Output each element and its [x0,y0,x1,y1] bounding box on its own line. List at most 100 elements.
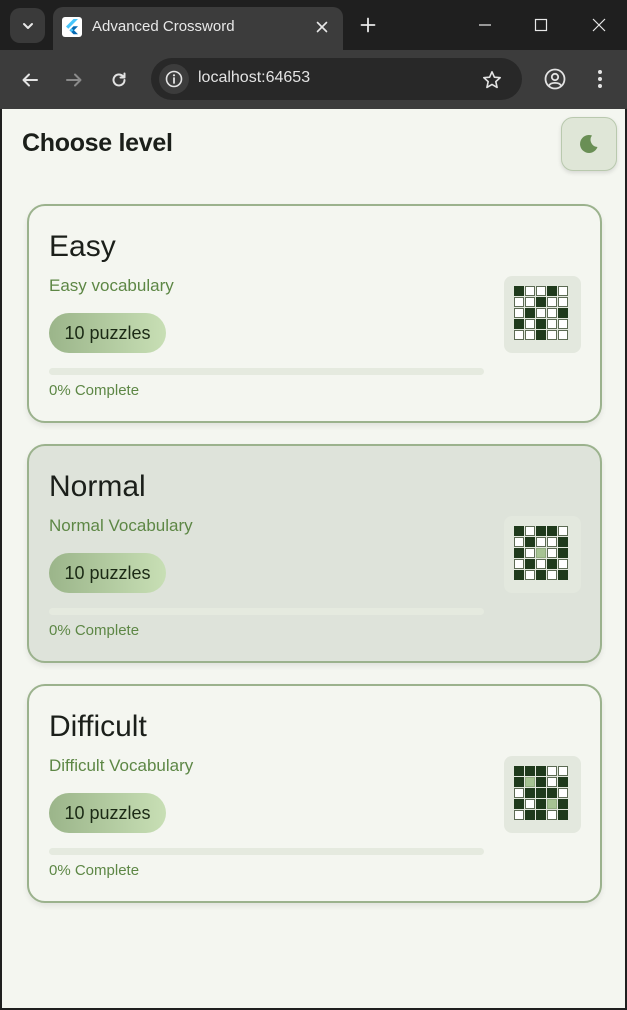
crossword-cell-black [547,526,557,536]
crossword-cell-white [514,810,524,820]
level-description: Easy vocabulary [49,276,174,295]
level-card-normal[interactable]: Normal Normal Vocabulary 10 puzzles 0% C… [27,444,602,663]
tab-title: Advanced Crossword [92,18,235,35]
level-title: Easy [49,230,116,263]
crossword-cell-black [514,777,524,787]
site-info-button[interactable] [159,64,189,94]
crossword-cell-white [525,799,535,809]
crossword-cell-black [514,526,524,536]
crossword-cell-black [547,286,557,296]
crossword-cell-black [558,570,568,580]
crossword-thumbnail [504,276,581,353]
progress-bar [49,848,484,855]
crossword-cell-white [514,559,524,569]
crossword-cell-white [536,537,546,547]
crossword-cell-black [514,799,524,809]
crossword-cell-black [558,810,568,820]
profile-button[interactable] [540,64,570,94]
level-title: Normal [49,470,146,503]
crossword-cell-white [558,319,568,329]
crossword-cell-white [514,330,524,340]
crossword-cell-black [558,799,568,809]
crossword-cell-black [547,559,557,569]
browser-tab[interactable]: Advanced Crossword [53,7,343,50]
crossword-cell-white [536,286,546,296]
crossword-cell-white [525,570,535,580]
crossword-cell-black [536,297,546,307]
window-minimize-button[interactable] [457,0,513,50]
crossword-cell-white [525,286,535,296]
browser-menu-button[interactable] [585,64,615,94]
back-button[interactable] [14,64,46,96]
crossword-cell-black [536,570,546,580]
maximize-icon [534,18,548,32]
crossword-cell-black [514,319,524,329]
tab-close-button[interactable] [311,16,333,38]
level-card-easy[interactable]: Easy Easy vocabulary 10 puzzles 0% Compl… [27,204,602,423]
moon-icon [580,134,598,153]
crossword-cell-white [547,308,557,318]
crossword-cell-black [558,308,568,318]
crossword-cell-black [536,788,546,798]
crossword-cell-white [547,766,557,776]
crossword-cell-black [525,766,535,776]
window-close-button[interactable] [571,0,627,50]
crossword-cell-white [547,330,557,340]
theme-toggle-button[interactable] [561,117,617,171]
forward-button[interactable] [58,64,90,96]
thumbnail-grid [514,286,571,340]
crossword-cell-black [514,570,524,580]
more-vert-icon [598,70,602,88]
crossword-cell-white [547,537,557,547]
minimize-icon [479,24,491,26]
crossword-cell-white [558,766,568,776]
crossword-cell-white [525,319,535,329]
crossword-cell-white [547,297,557,307]
plus-icon [360,17,376,33]
star-icon [483,71,501,89]
crossword-cell-black [536,810,546,820]
close-icon [592,18,606,32]
thumbnail-grid [514,766,571,820]
level-title: Difficult [49,710,147,743]
browser-toolbar: localhost:64653 [0,50,627,109]
crossword-cell-highlight [536,548,546,558]
address-bar[interactable]: localhost:64653 [151,58,522,100]
crossword-cell-black [525,788,535,798]
crossword-cell-black [514,286,524,296]
crossword-cell-white [558,788,568,798]
close-icon [316,21,328,33]
crossword-cell-black [525,559,535,569]
crossword-cell-black [536,319,546,329]
crossword-cell-black [525,537,535,547]
crossword-cell-white [547,570,557,580]
crossword-cell-black [536,330,546,340]
crossword-cell-black [525,308,535,318]
reload-button[interactable] [103,64,135,96]
progress-label: 0% Complete [49,382,140,399]
crossword-cell-white [514,297,524,307]
crossword-cell-black [536,526,546,536]
level-description: Difficult Vocabulary [49,756,194,775]
progress-bar [49,368,484,375]
crossword-cell-white [558,286,568,296]
tab-search-button[interactable] [10,8,45,43]
bookmark-button[interactable] [479,67,505,93]
arrow-right-icon [66,73,82,87]
crossword-cell-white [558,559,568,569]
account-circle-icon [544,68,566,90]
crossword-cell-white [514,788,524,798]
crossword-cell-white [525,297,535,307]
new-tab-button[interactable] [354,11,382,39]
crossword-cell-black [558,537,568,547]
chevron-down-icon [22,22,33,29]
crossword-cell-black [536,777,546,787]
browser-tabstrip: Advanced Crossword [0,0,627,50]
url-text[interactable]: localhost:64653 [198,69,310,87]
level-card-difficult[interactable]: Difficult Difficult Vocabulary 10 puzzle… [27,684,602,903]
reload-icon [112,72,126,87]
crossword-cell-black [536,766,546,776]
window-maximize-button[interactable] [513,0,569,50]
crossword-cell-white [547,810,557,820]
info-icon [165,70,183,88]
